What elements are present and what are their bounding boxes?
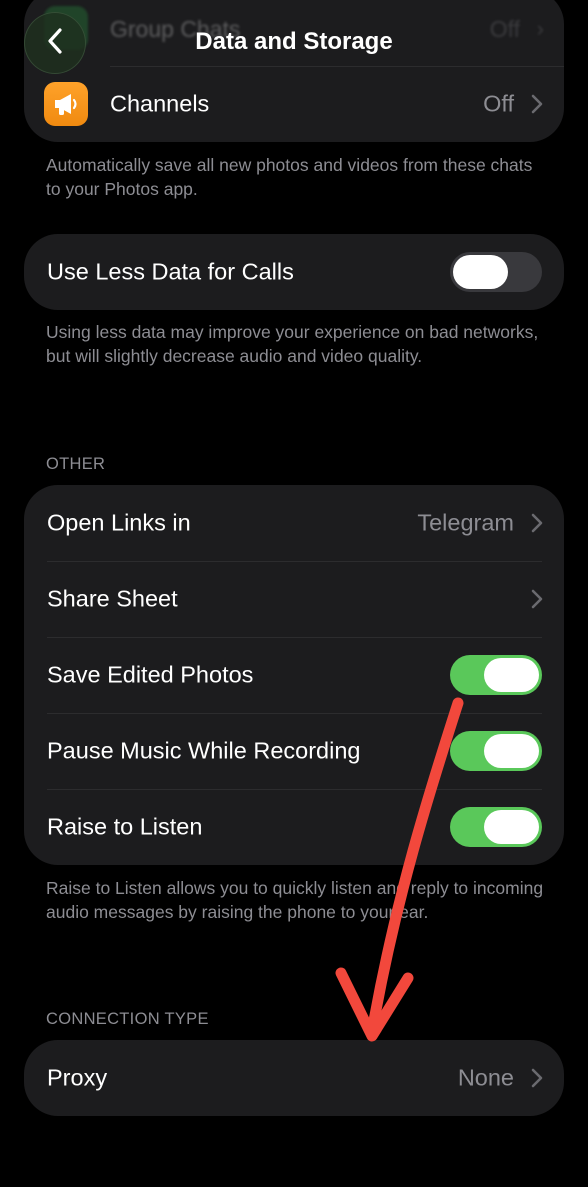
raise-to-listen-toggle[interactable] [450,807,542,847]
page-title: Data and Storage [195,28,393,55]
auto-save-footnote: Automatically save all new photos and vi… [46,155,533,199]
channels-label: Channels [110,90,210,117]
other-card: Open Links in Telegram Share Sheet Save … [24,485,564,865]
open-links-label: Open Links in [47,509,191,536]
chevron-right-icon [530,512,544,534]
use-less-data-label: Use Less Data for Calls [47,258,294,285]
channels-value: Off [483,90,514,117]
raise-to-listen-label: Raise to Listen [47,813,203,840]
chevron-right-icon [530,93,544,115]
section-header-other: OTHER [46,455,106,473]
chevron-right-icon [530,1067,544,1089]
data-and-storage-screen: Group Chats Off › Channels Off Automatic… [0,0,588,1187]
connection-card: Proxy None [24,1040,564,1116]
open-links-row[interactable]: Open Links in Telegram [24,485,564,561]
proxy-row[interactable]: Proxy None [24,1040,564,1116]
save-edited-photos-row: Save Edited Photos [24,637,564,713]
raise-to-listen-row: Raise to Listen [24,789,564,865]
pause-music-row: Pause Music While Recording [24,713,564,789]
proxy-label: Proxy [47,1064,108,1091]
calls-card: Use Less Data for Calls [24,234,564,310]
open-links-value: Telegram [417,509,514,536]
toggle-knob [453,255,508,289]
pause-music-label: Pause Music While Recording [47,737,361,764]
navigation-bar: Data and Storage [0,0,588,90]
share-sheet-label: Share Sheet [47,585,178,612]
use-less-data-toggle[interactable] [450,252,542,292]
save-edited-photos-label: Save Edited Photos [47,661,254,688]
raise-to-listen-footnote: Raise to Listen allows you to quickly li… [46,878,544,922]
section-header-connection-type: CONNECTION TYPE [46,1010,209,1028]
toggle-knob [484,658,539,692]
pause-music-toggle[interactable] [450,731,542,771]
proxy-value: None [457,1064,514,1091]
calls-footnote: Using less data may improve your experie… [46,322,539,366]
use-less-data-row: Use Less Data for Calls [24,234,564,310]
toggle-knob [484,810,539,844]
share-sheet-row[interactable]: Share Sheet [24,561,564,637]
save-edited-photos-toggle[interactable] [450,655,542,695]
toggle-knob [484,734,539,768]
chevron-right-icon [530,588,544,610]
